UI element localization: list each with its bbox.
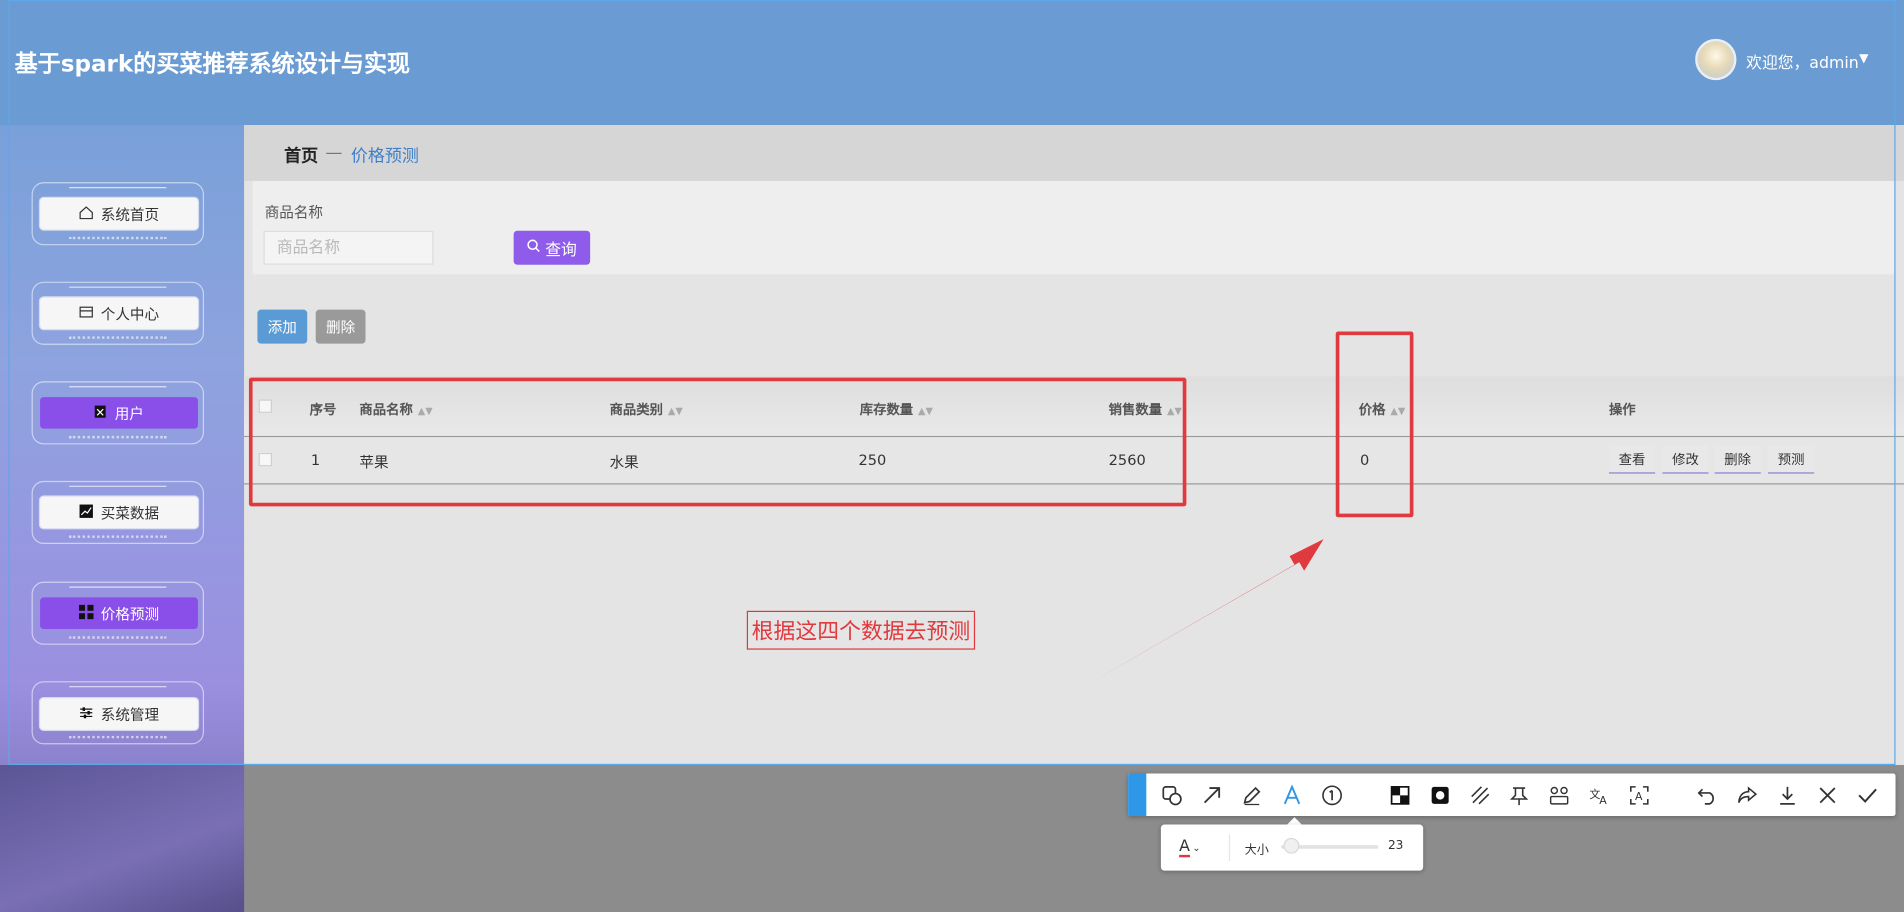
sidebar-background-art [0, 765, 245, 912]
ocr-icon[interactable]: A [1626, 782, 1653, 809]
hatch-icon[interactable] [1467, 782, 1494, 809]
pen-icon[interactable] [1239, 782, 1266, 809]
scan-icon[interactable] [1546, 782, 1573, 809]
mosaic-icon[interactable] [1387, 782, 1414, 809]
chevron-down-icon: ⌄ [1192, 842, 1201, 854]
text-color-icon: A [1179, 837, 1190, 857]
undo-icon[interactable] [1694, 782, 1721, 809]
blur-icon[interactable] [1427, 782, 1454, 809]
arrow-icon[interactable] [1199, 782, 1226, 809]
size-label: 大小 [1244, 843, 1269, 858]
confirm-icon[interactable] [1854, 782, 1881, 809]
translate-icon[interactable]: 文A [1586, 782, 1613, 809]
size-slider-handle[interactable] [1282, 837, 1299, 854]
text-color-button[interactable]: A ⌄ [1179, 835, 1211, 859]
share-icon[interactable] [1734, 782, 1761, 809]
size-value: 23 [1387, 839, 1404, 853]
divider [1228, 834, 1231, 861]
close-icon[interactable] [1814, 782, 1841, 809]
number-marker-icon[interactable] [1319, 782, 1346, 809]
selection-frame[interactable] [8, 0, 1896, 766]
toolbar-handle[interactable] [1128, 773, 1147, 817]
shape-icon[interactable] [1158, 782, 1185, 809]
download-icon[interactable] [1774, 782, 1801, 809]
svg-text:A: A [1599, 794, 1607, 806]
pin-icon[interactable] [1506, 782, 1533, 809]
svg-text:A: A [1635, 790, 1643, 803]
text-icon[interactable] [1279, 782, 1306, 809]
subbar-pointer [1287, 817, 1302, 825]
